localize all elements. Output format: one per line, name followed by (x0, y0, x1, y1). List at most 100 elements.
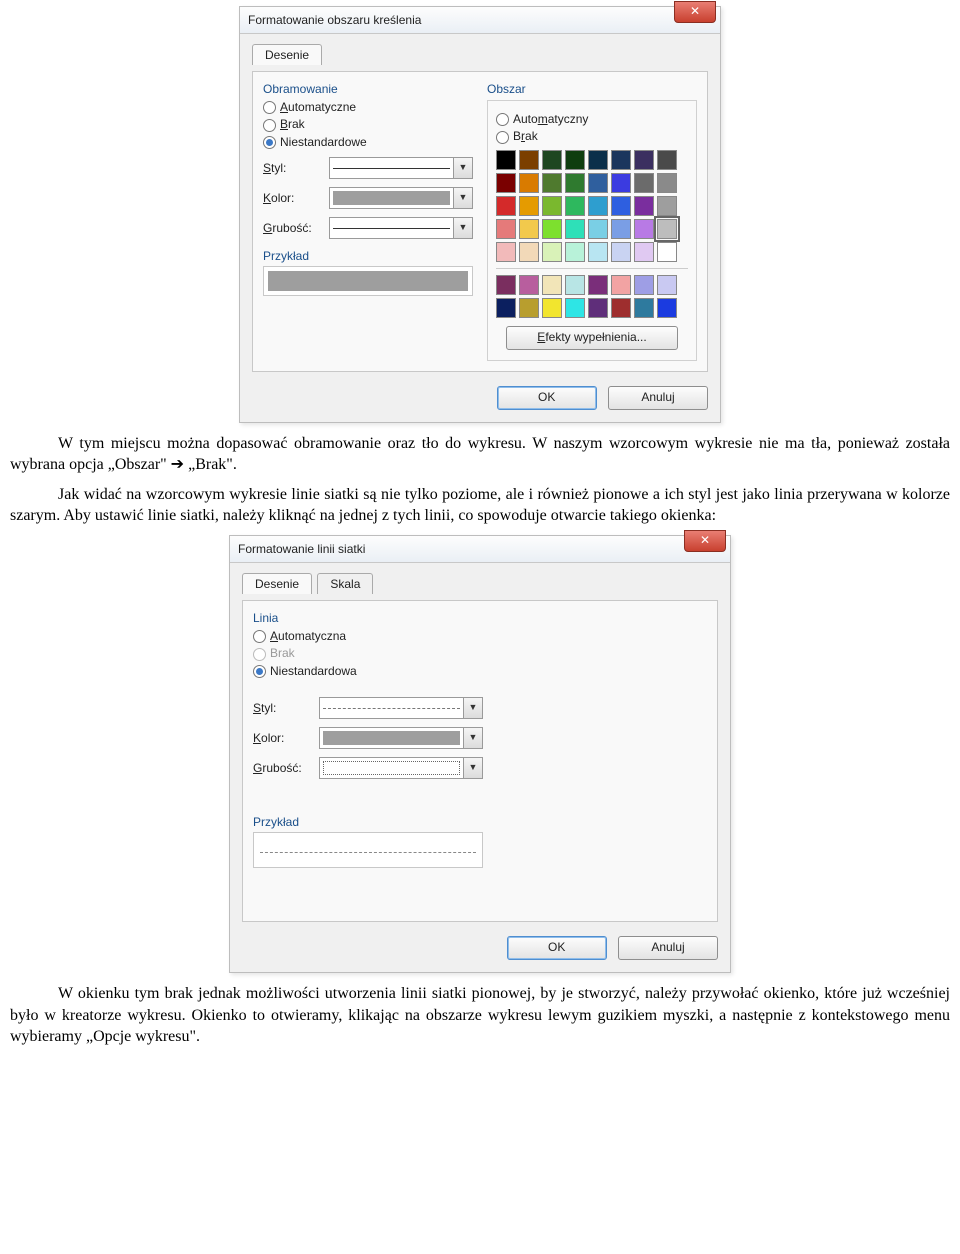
cancel-button[interactable]: Anuluj (618, 936, 718, 960)
color-swatch[interactable] (634, 298, 654, 318)
color-swatch[interactable] (519, 298, 539, 318)
color-swatch[interactable] (611, 298, 631, 318)
radio-border-custom[interactable]: Niestandardowe (263, 135, 473, 149)
label-style: Styl: (253, 701, 313, 715)
close-icon[interactable]: ✕ (674, 1, 716, 23)
color-swatch[interactable] (496, 242, 516, 262)
chevron-down-icon[interactable]: ▼ (463, 758, 482, 778)
radio-border-auto[interactable]: AAutomatyczneutomatyczne (263, 100, 473, 114)
ok-button[interactable]: OK (497, 386, 597, 410)
color-swatch[interactable] (634, 242, 654, 262)
color-swatch[interactable] (588, 196, 608, 216)
color-swatch[interactable] (611, 150, 631, 170)
combo-color[interactable]: ▼ (319, 727, 483, 749)
example-preview (263, 266, 473, 296)
color-swatch[interactable] (588, 219, 608, 239)
color-swatch[interactable] (496, 173, 516, 193)
example-label: Przykład (263, 249, 473, 263)
color-swatch[interactable] (519, 196, 539, 216)
color-swatch[interactable] (634, 173, 654, 193)
label-color: Kolor: (263, 191, 323, 205)
dialog-titlebar[interactable]: Formatowanie linii siatki ✕ (230, 536, 730, 563)
combo-width[interactable]: ▼ (329, 217, 473, 239)
color-swatch[interactable] (519, 150, 539, 170)
color-swatch[interactable] (542, 298, 562, 318)
color-swatch[interactable] (588, 298, 608, 318)
label-width: Grubość: (253, 761, 313, 775)
color-swatch[interactable] (611, 219, 631, 239)
combo-width[interactable]: ▼ (319, 757, 483, 779)
close-icon[interactable]: ✕ (684, 530, 726, 552)
format-gridline-dialog: Formatowanie linii siatki ✕ Desenie Skal… (229, 535, 731, 973)
radio-line-auto[interactable]: Automatyczna (253, 629, 483, 643)
dialog-title: Formatowanie obszaru kreślenia (248, 13, 421, 27)
color-swatch[interactable] (542, 173, 562, 193)
color-swatch[interactable] (496, 275, 516, 295)
color-swatch[interactable] (657, 219, 677, 239)
ok-button[interactable]: OK (507, 936, 607, 960)
fill-effects-button[interactable]: Efekty wypełnienia... (506, 326, 678, 350)
color-swatch[interactable] (565, 275, 585, 295)
color-swatch[interactable] (542, 242, 562, 262)
color-swatch[interactable] (542, 219, 562, 239)
tab-patterns[interactable]: Desenie (242, 573, 312, 594)
color-swatch[interactable] (588, 150, 608, 170)
radio-area-auto[interactable]: Automatyczny (496, 112, 688, 126)
label-width: Grubość: (263, 221, 323, 235)
color-swatch[interactable] (588, 242, 608, 262)
color-swatch[interactable] (657, 275, 677, 295)
color-swatch[interactable] (657, 150, 677, 170)
color-swatch[interactable] (634, 196, 654, 216)
color-swatch[interactable] (588, 173, 608, 193)
color-swatch[interactable] (657, 196, 677, 216)
radio-area-none[interactable]: Brak (496, 129, 688, 143)
color-swatch[interactable] (519, 173, 539, 193)
chevron-down-icon[interactable]: ▼ (463, 698, 482, 718)
color-swatch[interactable] (565, 219, 585, 239)
color-swatch[interactable] (496, 219, 516, 239)
color-swatch[interactable] (565, 173, 585, 193)
color-palette (496, 150, 688, 318)
tab-patterns[interactable]: Desenie (252, 44, 322, 65)
color-swatch[interactable] (657, 173, 677, 193)
color-swatch[interactable] (634, 150, 654, 170)
color-swatch[interactable] (496, 150, 516, 170)
color-swatch[interactable] (634, 275, 654, 295)
color-swatch[interactable] (657, 242, 677, 262)
color-swatch[interactable] (496, 196, 516, 216)
tab-scale[interactable]: Skala (317, 573, 373, 594)
label-color: Kolor: (253, 731, 313, 745)
color-swatch[interactable] (565, 196, 585, 216)
color-swatch[interactable] (519, 275, 539, 295)
chevron-down-icon[interactable]: ▼ (453, 218, 472, 238)
color-swatch[interactable] (634, 219, 654, 239)
combo-style[interactable]: ▼ (319, 697, 483, 719)
color-swatch[interactable] (611, 275, 631, 295)
color-swatch[interactable] (542, 196, 562, 216)
color-swatch[interactable] (519, 219, 539, 239)
chevron-down-icon[interactable]: ▼ (463, 728, 482, 748)
color-swatch[interactable] (657, 298, 677, 318)
color-swatch[interactable] (565, 298, 585, 318)
dialog-titlebar[interactable]: Formatowanie obszaru kreślenia ✕ (240, 7, 720, 34)
combo-style[interactable]: ▼ (329, 157, 473, 179)
color-swatch[interactable] (565, 242, 585, 262)
combo-color[interactable]: ▼ (329, 187, 473, 209)
color-swatch[interactable] (542, 150, 562, 170)
color-swatch[interactable] (565, 150, 585, 170)
border-group-title: Obramowanie (263, 82, 473, 96)
color-swatch[interactable] (611, 196, 631, 216)
radio-border-none[interactable]: Brak (263, 117, 473, 131)
example-label: Przykład (253, 815, 483, 829)
radio-line-custom[interactable]: Niestandardowa (253, 664, 483, 678)
color-swatch[interactable] (611, 242, 631, 262)
color-swatch[interactable] (611, 173, 631, 193)
paragraph-3: W okienku tym brak jednak możliwości utw… (10, 983, 950, 1048)
color-swatch[interactable] (519, 242, 539, 262)
chevron-down-icon[interactable]: ▼ (453, 188, 472, 208)
color-swatch[interactable] (496, 298, 516, 318)
color-swatch[interactable] (542, 275, 562, 295)
chevron-down-icon[interactable]: ▼ (453, 158, 472, 178)
color-swatch[interactable] (588, 275, 608, 295)
cancel-button[interactable]: Anuluj (608, 386, 708, 410)
